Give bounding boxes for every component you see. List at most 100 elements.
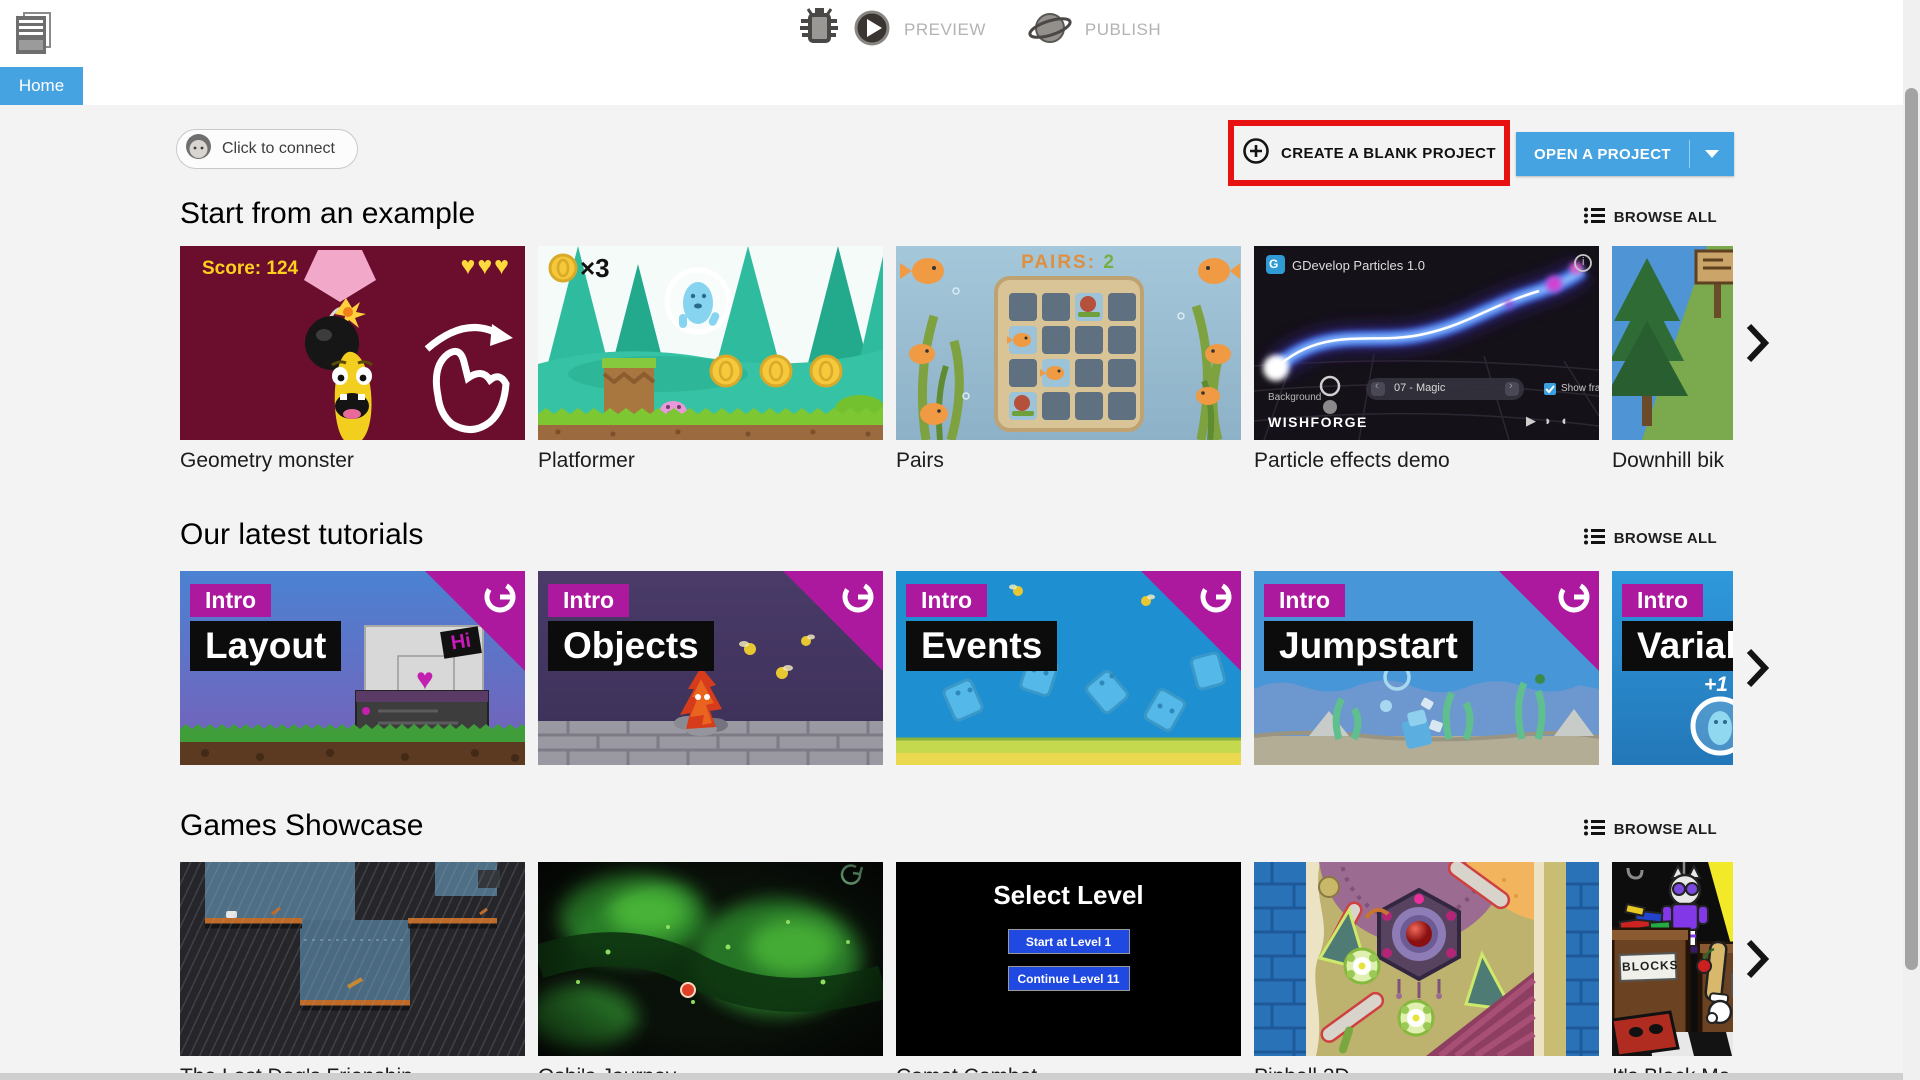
browse-all-tutorials[interactable]: BROWSE ALL [1583,528,1717,549]
pairs-thumbnail[interactable]: PAIRS: 2 [896,246,1241,440]
open-project-button[interactable]: OPEN A PROJECT [1516,132,1734,176]
tab-home-label: Home [18,76,65,95]
downhill-bike-thumbnail[interactable] [1612,246,1733,440]
tab-home[interactable]: Home [0,67,83,105]
continue-level-button: Continue Level 11 [1007,966,1130,991]
showcase-card-comet-combat[interactable]: Select Level Start at Level 1 Continue L… [896,862,1241,1080]
preview-label[interactable]: PREVIEW [904,20,986,40]
browse-all-label: BROWSE ALL [1613,209,1717,226]
showcase-card-oshi[interactable]: Oshi's Journey [538,862,883,1080]
intro-tag: Intro [1622,584,1704,617]
gdevelop-logo-icon [1548,576,1594,627]
example-card-downhill-bike[interactable]: Downhill bik [1612,246,1733,473]
example-card-pairs[interactable]: PAIRS: 2 Pairs [896,246,1241,473]
card-caption: Downhill bik [1612,449,1725,472]
blockm-thumbnail[interactable]: BLOCKS [1612,862,1733,1056]
list-icon [1583,528,1605,549]
scrollbar-thumb[interactable] [1905,88,1918,970]
open-project-dropdown[interactable] [1690,132,1734,176]
debug-icon[interactable] [798,6,840,55]
coin-counter-text: ×3 [580,253,610,283]
carousel-next-arrow-tutorials[interactable] [1744,647,1770,694]
card-caption: Particle effects demo [1254,449,1450,472]
open-project-label[interactable]: OPEN A PROJECT [1516,132,1689,176]
highlight-rectangle: CREATE A BLANK PROJECT [1228,120,1510,186]
carousel-next-arrow-examples[interactable] [1744,322,1770,369]
carousel-next-arrow-showcase[interactable] [1744,938,1770,985]
score-text: Score: 124 [202,258,299,279]
pairs-count: 2 [1103,252,1116,273]
pairs-label: PAIRS: [1021,252,1097,273]
preview-icon[interactable] [853,9,891,52]
gdevelop-logo-icon [1190,576,1236,627]
hearts-icons: ♥♥♥ [460,252,511,280]
effect-selector-value: 07 - Magic [1394,382,1446,394]
tutorial-title: Objects [548,621,714,671]
tutorial-title: Jumpstart [1264,621,1473,671]
gdevelop-home-screen: PREVIEW PUBLISH Home Click to connect CR… [0,0,1920,1080]
heart-object: ♥ [416,663,434,696]
tutorial-variables-thumbnail[interactable]: +1 Intro Variab [1612,571,1733,765]
publish-label[interactable]: PUBLISH [1085,20,1161,40]
lost-dog-thumbnail[interactable] [180,862,525,1056]
example-card-particle-effects[interactable]: G i GDevelop Particles 1.0 Background ‹ … [1254,246,1599,473]
platformer-thumbnail[interactable]: ×3 [538,246,883,440]
intro-tag: Intro [906,584,988,617]
particles-app-title: GDevelop Particles 1.0 [1292,258,1425,273]
section-title-tutorials: Our latest tutorials [180,518,424,551]
selector-next-icon: › [1509,380,1513,392]
chevron-down-icon [1705,150,1719,158]
browse-all-showcase[interactable]: BROWSE ALL [1583,819,1717,840]
tutorials-carousel: ♥ Hi Intro Layout Intro Objects Intro Ev… [180,571,1733,767]
project-manager-icon[interactable] [14,8,56,54]
browse-all-label: BROWSE ALL [1613,821,1717,838]
intro-tag: Intro [190,584,272,617]
gdevelop-logo-icon [832,576,878,627]
geometry-monster-thumbnail[interactable]: Score: 124 ♥♥♥ [180,246,525,440]
vignette-overlay [538,862,883,1056]
browse-all-label: BROWSE ALL [1613,530,1717,547]
tutorial-events-thumbnail[interactable]: Intro Events [896,571,1241,765]
card-caption: Pairs [896,449,944,472]
blocks-label: BLOCKS [1621,957,1679,974]
tutorial-card-variables[interactable]: +1 Intro Variab [1612,571,1733,765]
comet-combat-thumbnail[interactable]: Select Level Start at Level 1 Continue L… [896,862,1241,1056]
showcase-carousel: The Lost Dog's Frienship [180,862,1733,1080]
showcase-card-blockm[interactable]: BLOCKS It's Block Ma [1612,862,1733,1080]
particle-effects-thumbnail[interactable]: G i GDevelop Particles 1.0 Background ‹ … [1254,246,1599,440]
card-caption: Geometry monster [180,449,354,472]
create-blank-project-button[interactable]: CREATE A BLANK PROJECT [1281,145,1496,162]
tutorial-card-events[interactable]: Intro Events [896,571,1241,765]
tutorial-card-objects[interactable]: Intro Objects [538,571,883,765]
examples-carousel: Score: 124 ♥♥♥ Geometry monster ×3 Platf… [180,246,1733,480]
example-card-geometry-monster[interactable]: Score: 124 ♥♥♥ Geometry monster [180,246,525,473]
card-caption: Platformer [538,449,635,472]
example-card-platformer[interactable]: ×3 Platformer [538,246,883,473]
section-title-examples: Start from an example [180,197,476,230]
main-toolbar: PREVIEW PUBLISH [0,0,1920,67]
oshi-thumbnail[interactable] [538,862,883,1056]
connect-button[interactable]: Click to connect [176,129,358,169]
tutorial-card-layout[interactable]: ♥ Hi Intro Layout [180,571,525,765]
tutorial-card-jumpstart[interactable]: Intro Jumpstart [1254,571,1599,765]
browse-all-examples[interactable]: BROWSE ALL [1583,207,1717,228]
show-frame-label: Show frame [1561,383,1599,394]
selector-prev-icon: ‹ [1375,380,1379,392]
tutorial-jumpstart-thumbnail[interactable]: Intro Jumpstart [1254,571,1599,765]
window-bottom-edge [0,1073,1903,1080]
social-icons: ▶◗◖ [1526,413,1576,428]
tutorial-objects-thumbnail[interactable]: Intro Objects [538,571,883,765]
publish-icon[interactable] [1028,8,1072,53]
showcase-card-lost-dog[interactable]: The Lost Dog's Frienship [180,862,525,1080]
intro-tag: Intro [1264,584,1346,617]
tutorial-title: Events [906,621,1058,671]
plus-one-text: +1 [1704,673,1728,696]
rain-overlay [180,862,525,1056]
connect-label: Click to connect [222,140,335,157]
tutorial-layout-thumbnail[interactable]: ♥ Hi Intro Layout [180,571,525,765]
showcase-card-pinball[interactable]: Pinball 2D [1254,862,1599,1080]
plus-circle-icon [1242,137,1270,170]
gdevelop-logo-icon [474,576,520,627]
pinball-thumbnail[interactable] [1254,862,1599,1056]
section-title-showcase: Games Showcase [180,809,424,842]
